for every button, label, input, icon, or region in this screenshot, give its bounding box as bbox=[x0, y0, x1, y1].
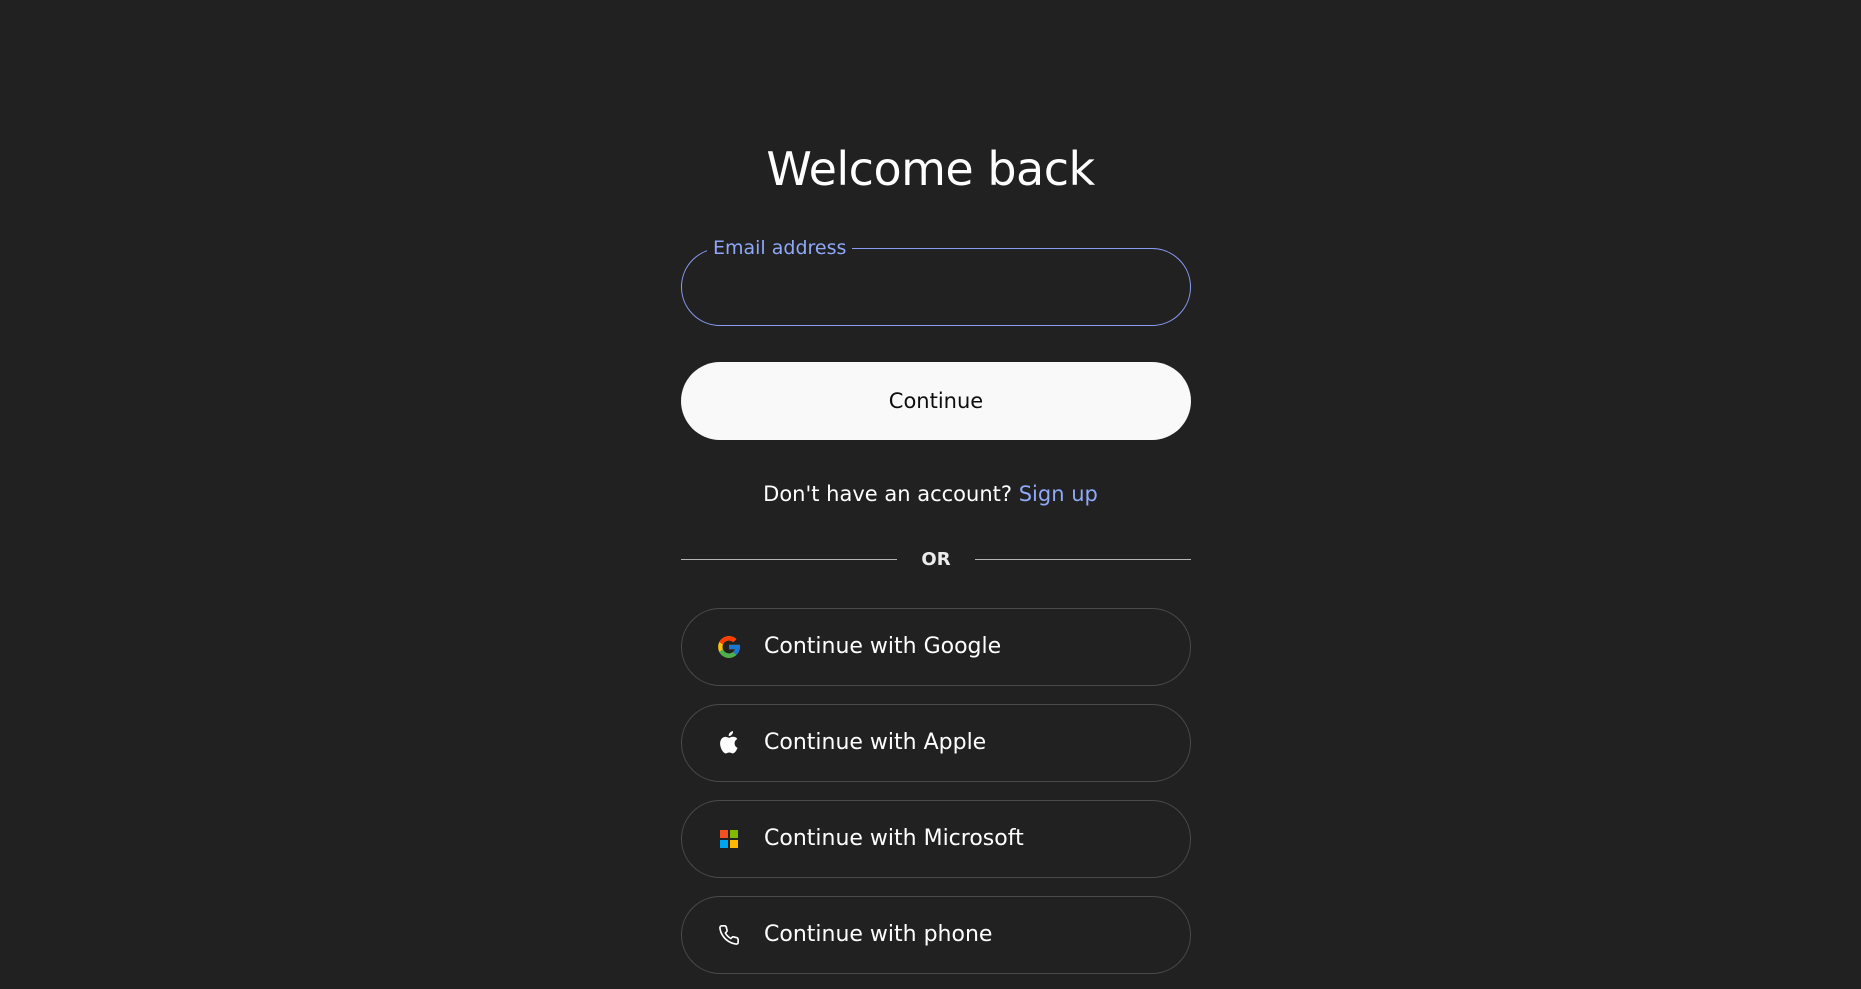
phone-button-label: Continue with phone bbox=[764, 922, 993, 947]
google-button-label: Continue with Google bbox=[764, 634, 1002, 659]
email-label: Email address bbox=[707, 236, 853, 260]
divider-line-right bbox=[974, 558, 1192, 560]
apple-icon bbox=[716, 730, 742, 756]
google-icon bbox=[716, 634, 742, 660]
continue-with-phone-button[interactable]: Continue with phone bbox=[681, 896, 1191, 974]
phone-icon bbox=[716, 922, 742, 948]
continue-with-microsoft-button[interactable]: Continue with Microsoft bbox=[681, 800, 1191, 878]
signup-row: Don't have an account? Sign up bbox=[0, 480, 1861, 508]
microsoft-icon-red-square bbox=[720, 830, 728, 838]
divider-line-left bbox=[681, 558, 898, 560]
signup-prompt: Don't have an account? bbox=[763, 482, 1013, 506]
continue-with-google-button[interactable]: Continue with Google bbox=[681, 608, 1191, 686]
continue-button[interactable]: Continue bbox=[681, 362, 1191, 440]
microsoft-icon-green-square bbox=[730, 830, 738, 838]
email-field-wrapper: Email address bbox=[681, 236, 1191, 326]
divider-label: OR bbox=[921, 548, 951, 570]
login-page: Welcome back Email address Continue Don'… bbox=[0, 0, 1861, 989]
page-title: Welcome back bbox=[766, 142, 1095, 196]
microsoft-icon-yellow-square bbox=[730, 840, 738, 848]
microsoft-icon-blue-square bbox=[720, 840, 728, 848]
microsoft-button-label: Continue with Microsoft bbox=[764, 826, 1024, 851]
microsoft-icon bbox=[716, 826, 742, 852]
signup-link[interactable]: Sign up bbox=[1019, 482, 1098, 506]
apple-button-label: Continue with Apple bbox=[764, 730, 987, 755]
or-divider: OR bbox=[681, 548, 1192, 570]
continue-with-apple-button[interactable]: Continue with Apple bbox=[681, 704, 1191, 782]
